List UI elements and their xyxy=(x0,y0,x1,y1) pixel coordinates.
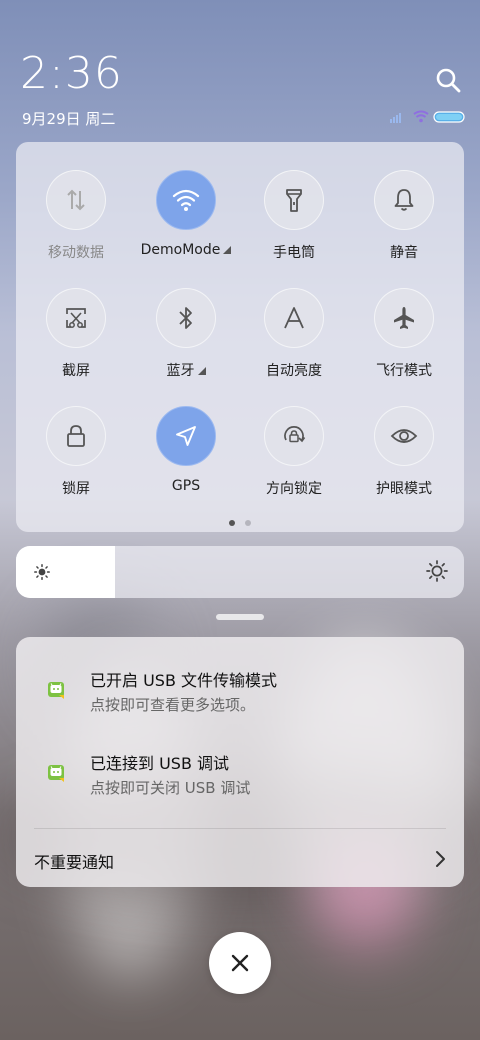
page-indicator xyxy=(229,520,251,526)
auto-brightness-icon xyxy=(284,307,304,329)
tile-eye-care[interactable]: 护眼模式 xyxy=(354,406,454,498)
android-icon xyxy=(48,682,64,699)
tile-label: 静音 xyxy=(390,245,418,261)
expand-caret-icon[interactable] xyxy=(197,367,206,375)
expand-caret-icon[interactable] xyxy=(223,246,232,254)
tile-label: 手电筒 xyxy=(273,245,315,261)
divider xyxy=(34,828,446,829)
tile-auto-brightness[interactable]: 自动亮度 xyxy=(244,288,344,380)
tile-label: GPS xyxy=(171,478,201,494)
tile-flashlight[interactable]: 手电筒 xyxy=(244,170,344,262)
tile-label: 自动亮度 xyxy=(266,363,322,379)
quick-settings-panel: 移动数据 DemoMode 手电筒 静音 截屏 蓝牙 自动亮度 飞行模式 锁屏 … xyxy=(16,142,464,532)
tile-screenshot[interactable]: 截屏 xyxy=(26,288,126,380)
tile-label: 蓝牙 xyxy=(166,363,195,379)
unimportant-notifications-row[interactable]: 不重要通知 xyxy=(16,837,464,881)
brightness-high-icon xyxy=(426,560,448,582)
tile-label: 移动数据 xyxy=(48,245,104,261)
battery-icon xyxy=(433,111,465,123)
android-icon xyxy=(48,765,64,782)
rotation-lock-icon xyxy=(284,426,306,443)
tile-label: 方向锁定 xyxy=(266,481,322,497)
signal-icon xyxy=(390,113,401,123)
flashlight-icon xyxy=(286,189,302,212)
notification-usb-debugging[interactable]: 已连接到 USB 调试 点按即可关闭 USB 调试 xyxy=(16,742,464,812)
lock-icon xyxy=(67,425,85,447)
tile-gps[interactable]: GPS xyxy=(135,406,237,494)
eye-icon xyxy=(390,429,418,443)
tile-label: DemoMode xyxy=(140,242,221,258)
airplane-icon xyxy=(394,307,414,329)
brightness-low-icon xyxy=(34,564,50,580)
wifi-status-icon xyxy=(413,110,429,123)
tile-wifi[interactable]: DemoMode xyxy=(135,170,237,258)
status-header: 2:36 9月29日 周二 xyxy=(0,0,480,135)
close-icon xyxy=(231,954,249,972)
bell-icon xyxy=(394,189,414,211)
date-label: 9月29日 周二 xyxy=(22,110,116,128)
screenshot-icon xyxy=(66,308,86,328)
tile-label: 护眼模式 xyxy=(376,481,432,497)
tile-label: 锁屏 xyxy=(62,481,90,497)
tile-bluetooth[interactable]: 蓝牙 xyxy=(135,288,237,380)
notification-title: 已连接到 USB 调试 xyxy=(90,754,230,773)
mobile-data-icon xyxy=(67,189,85,211)
tile-silent[interactable]: 静音 xyxy=(354,170,454,262)
unimportant-label: 不重要通知 xyxy=(34,853,115,872)
system-status-icons xyxy=(390,110,465,123)
notification-subtitle: 点按即可关闭 USB 调试 xyxy=(90,779,251,797)
tile-rotation-lock[interactable]: 方向锁定 xyxy=(244,406,344,498)
search-icon[interactable] xyxy=(434,66,462,94)
wifi-icon xyxy=(172,189,200,211)
tile-label: 截屏 xyxy=(62,363,90,379)
tile-lock-screen[interactable]: 锁屏 xyxy=(26,406,126,498)
tile-airplane[interactable]: 飞行模式 xyxy=(354,288,454,380)
notification-usb-transfer[interactable]: 已开启 USB 文件传输模式 点按即可查看更多选项。 xyxy=(16,659,464,729)
clear-all-button[interactable] xyxy=(209,932,271,994)
tile-mobile-data[interactable]: 移动数据 xyxy=(26,170,126,262)
location-icon xyxy=(176,426,196,446)
chevron-right-icon xyxy=(436,851,445,867)
notification-title: 已开启 USB 文件传输模式 xyxy=(90,671,278,690)
brightness-fill xyxy=(16,546,115,598)
clock: 2:36 xyxy=(20,48,123,99)
bluetooth-icon xyxy=(179,307,192,329)
notification-subtitle: 点按即可查看更多选项。 xyxy=(90,696,256,714)
drag-handle[interactable] xyxy=(216,614,264,620)
tile-label: 飞行模式 xyxy=(376,363,432,379)
brightness-slider[interactable] xyxy=(16,546,464,598)
notification-card: 已开启 USB 文件传输模式 点按即可查看更多选项。 已连接到 USB 调试 点… xyxy=(16,637,464,887)
